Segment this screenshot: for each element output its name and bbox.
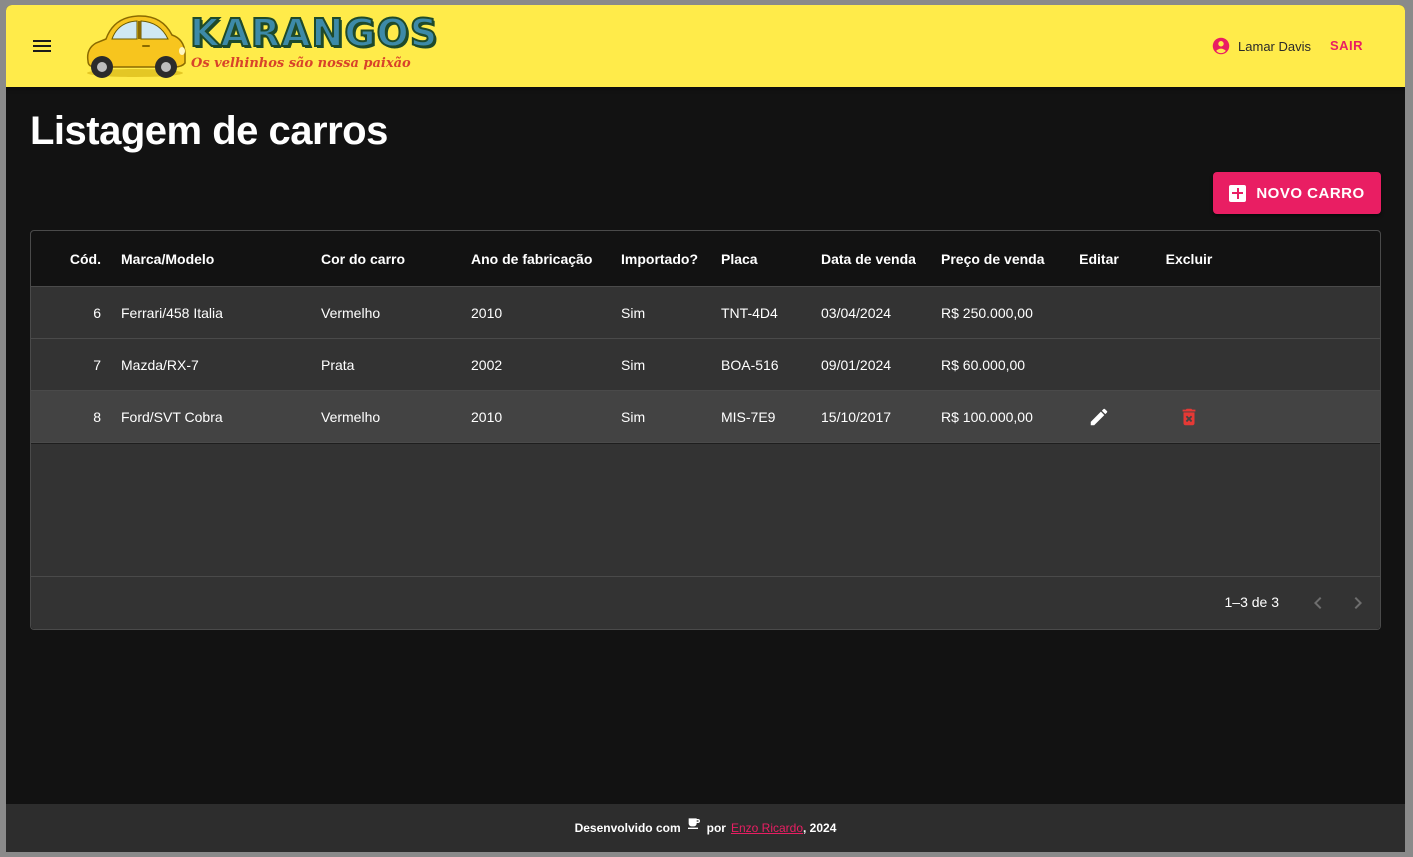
logout-button[interactable]: SAIR (1330, 38, 1363, 53)
menu-icon[interactable] (28, 32, 56, 60)
footer-by: por (706, 821, 726, 835)
cell-placa: BOA-516 (721, 356, 779, 373)
column-header-cod[interactable]: Cód. (31, 231, 101, 286)
cell-ano: 2002 (471, 356, 503, 373)
delete-cell (1159, 391, 1219, 442)
new-car-button[interactable]: NOVO CARRO (1213, 172, 1381, 214)
delete-button[interactable] (1175, 403, 1203, 431)
cell-cod: 7 (93, 356, 101, 373)
chevron-left-icon (1314, 597, 1322, 609)
cell-preco: R$ 250.000,00 (941, 304, 1033, 321)
chevron-right-icon (1354, 597, 1362, 609)
edit-pencil-icon (1090, 408, 1108, 425)
car-logo-icon (86, 15, 186, 78)
user-name: Lamar Davis (1238, 38, 1311, 54)
table-header: Cód. Marca/Modelo Cor do carro Ano de fa… (31, 231, 1380, 287)
logo[interactable]: KARANGOS Os velhinhos são nossa paixão (82, 9, 438, 81)
table-footer: 1–3 de 3 (31, 577, 1380, 629)
cell-importado: Sim (621, 356, 646, 373)
previous-page-button[interactable] (1306, 591, 1330, 615)
cell-cor: Vermelho (321, 408, 381, 425)
column-header-marca[interactable]: Marca/Modelo (121, 231, 214, 286)
footer-prefix: Desenvolvido com (574, 821, 681, 835)
column-header-data[interactable]: Data de venda (821, 231, 916, 286)
column-header-cor[interactable]: Cor do carro (321, 231, 405, 286)
cell-cod: 6 (93, 304, 101, 321)
cell-marca: Ford/SVT Cobra (121, 408, 223, 425)
cell-cor: Vermelho (321, 304, 381, 321)
column-header-importado[interactable]: Importado? (621, 231, 698, 286)
footer-year: , 2024 (803, 821, 837, 835)
app-window: KARANGOS Os velhinhos são nossa paixão L… (6, 5, 1405, 852)
cell-placa: TNT-4D4 (721, 304, 778, 321)
add-box-icon (1229, 184, 1247, 202)
cell-ano: 2010 (471, 408, 503, 425)
table-row[interactable]: 8 Ford/SVT Cobra Vermelho 2010 Sim MIS-7… (31, 391, 1380, 443)
cell-data: 15/10/2017 (821, 408, 892, 425)
page-title: Listagem de carros (30, 109, 388, 153)
cell-marca: Ferrari/458 Italia (121, 304, 223, 321)
column-header-placa[interactable]: Placa (721, 231, 758, 286)
next-page-button[interactable] (1346, 591, 1370, 615)
page-footer: Desenvolvido com por Enzo Ricardo, 2024 (6, 804, 1405, 852)
cell-marca: Mazda/RX-7 (121, 356, 199, 373)
edit-cell (1071, 391, 1127, 442)
account-circle-icon (1212, 37, 1230, 55)
table-row[interactable]: 7 Mazda/RX-7 Prata 2002 Sim BOA-516 09/0… (31, 339, 1380, 391)
coffee-icon (687, 818, 700, 829)
edit-button[interactable] (1085, 403, 1113, 431)
column-header-excluir: Excluir (1165, 250, 1213, 267)
cell-cor: Prata (321, 356, 355, 373)
new-car-button-label: NOVO CARRO (1256, 184, 1365, 202)
cell-preco: R$ 60.000,00 (941, 356, 1026, 373)
logo-title: KARANGOS (189, 10, 439, 56)
pagination-info: 1–3 de 3 (1224, 594, 1280, 610)
delete-forever-icon (1182, 408, 1196, 425)
cell-preco: R$ 100.000,00 (941, 408, 1033, 425)
cell-cod: 8 (93, 408, 101, 425)
cell-importado: Sim (621, 304, 646, 321)
user-info[interactable]: Lamar Davis (1212, 35, 1311, 57)
logo-subtitle: Os velhinhos são nossa paixão (191, 56, 411, 71)
cell-data: 03/04/2024 (821, 304, 892, 321)
cell-importado: Sim (621, 408, 646, 425)
author-link[interactable]: Enzo Ricardo (731, 821, 803, 835)
table-empty-area (31, 444, 1380, 577)
cell-ano: 2010 (471, 304, 503, 321)
cell-placa: MIS-7E9 (721, 408, 776, 425)
app-bar: KARANGOS Os velhinhos são nossa paixão L… (6, 5, 1405, 87)
cars-table: Cód. Marca/Modelo Cor do carro Ano de fa… (30, 230, 1381, 630)
column-header-preco[interactable]: Preço de venda (941, 231, 1045, 286)
column-header-editar: Editar (1079, 250, 1119, 267)
cell-data: 09/01/2024 (821, 356, 892, 373)
table-row[interactable]: 6 Ferrari/458 Italia Vermelho 2010 Sim T… (31, 287, 1380, 339)
column-header-ano[interactable]: Ano de fabricação (471, 231, 592, 286)
footer-credit: Enzo Ricardo, 2024 (731, 821, 836, 835)
